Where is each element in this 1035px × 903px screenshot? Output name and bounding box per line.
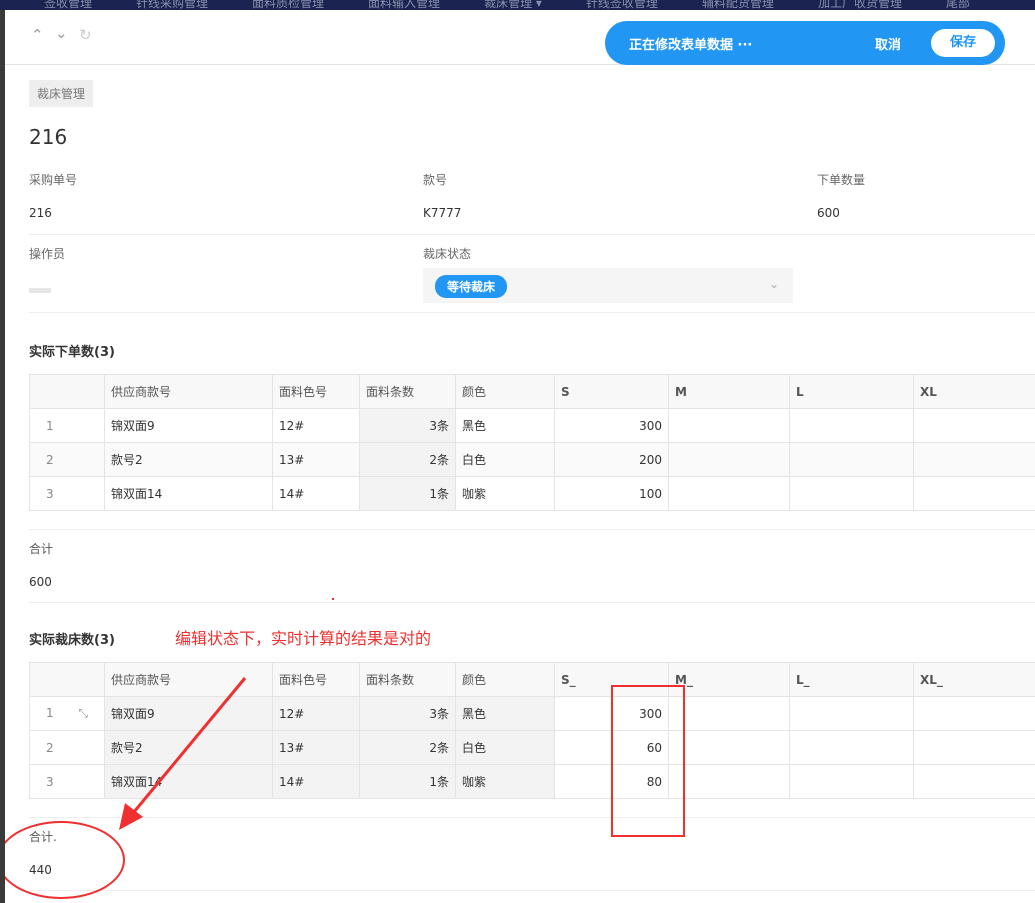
top-nav: 签收管理 针线采购管理 面料质检管理 面料输入管理 裁床管理 ▾ 针线签收管理 辅料配货管理…	[0, 0, 1035, 10]
nav-item[interactable]: 针线采购管理	[136, 0, 208, 10]
nav-item[interactable]: 签收管理	[44, 0, 92, 10]
nav-item[interactable]: 加工厂收货管理	[818, 0, 902, 10]
nav-item[interactable]: 辅料配货管理	[702, 0, 774, 10]
annotation-arrow	[119, 677, 247, 830]
nav-item[interactable]: 面料输入管理	[368, 0, 440, 10]
nav-item[interactable]: 针线签收管理	[586, 0, 658, 10]
nav-item[interactable]: 尾部	[946, 0, 970, 10]
nav-item[interactable]: 面料质检管理	[252, 0, 324, 10]
nav-item[interactable]: 裁床管理 ▾	[484, 0, 542, 10]
form-panel: ⌃ ⌄ ↻ 正在修改表单数据 ··· 取消 保存 裁床管理 216 采购单号 21…	[5, 10, 1035, 903]
